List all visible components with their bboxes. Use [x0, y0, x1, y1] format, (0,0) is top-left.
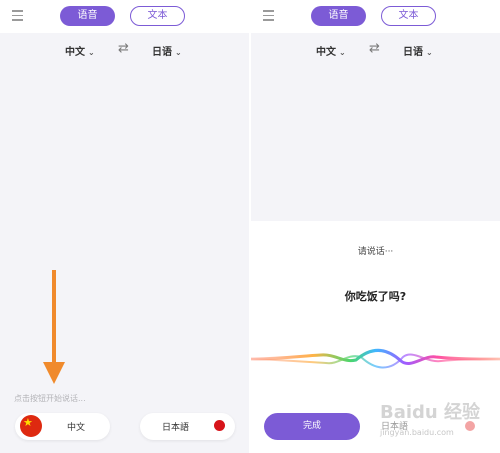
japan-dot-icon	[214, 420, 225, 431]
done-button[interactable]: 完成	[264, 413, 360, 440]
japanese-button-label: 日本語	[162, 423, 190, 433]
target-language-select[interactable]: 日语 ⌄	[152, 43, 182, 58]
chinese-button-label: 中文	[67, 423, 86, 433]
target-language-select[interactable]: 日语 ⌄	[403, 43, 433, 58]
menu-icon[interactable]	[12, 10, 23, 22]
arrow-down-icon-head	[43, 362, 65, 384]
language-selector: 中文 ⌄ ⇄ 日语 ⌄	[251, 41, 500, 59]
menu-icon[interactable]	[263, 10, 274, 22]
chevron-down-icon: ⌄	[88, 48, 95, 57]
tab-voice[interactable]: 语音	[311, 6, 366, 26]
watermark: Baidu 经验	[380, 402, 481, 423]
right-screen: 语音 文本 中文 ⌄ ⇄ 日语 ⌄ 请说话··· 你吃饭了吗? 完成 日本語	[251, 0, 500, 453]
tab-text[interactable]: 文本	[381, 6, 436, 26]
listening-prompt: 请说话···	[357, 247, 394, 257]
chevron-down-icon: ⌄	[175, 48, 182, 57]
swap-icon[interactable]: ⇄	[369, 41, 380, 56]
source-language-label: 中文	[65, 47, 85, 58]
language-selector: 中文 ⌄ ⇄ 日语 ⌄	[0, 41, 249, 59]
top-bar: 语音 文本	[251, 0, 500, 33]
top-bar: 语音 文本	[0, 0, 249, 33]
hint-text: 点击按钮开始说话...	[14, 394, 86, 403]
watermark-url: jingyan.baidu.com	[380, 428, 454, 437]
source-language-label: 中文	[316, 47, 336, 58]
tab-text[interactable]: 文本	[130, 6, 185, 26]
target-language-label: 日语	[152, 47, 172, 58]
chinese-speak-button[interactable]: ★ 中文	[15, 413, 110, 440]
voice-wave-icon	[251, 348, 500, 369]
tab-voice[interactable]: 语音	[60, 6, 115, 26]
recognized-phrase: 你吃饭了吗?	[344, 290, 407, 303]
arrow-down-icon	[52, 270, 56, 365]
japanese-speak-button[interactable]: 日本語	[140, 413, 235, 440]
chevron-down-icon: ⌄	[426, 48, 433, 57]
source-language-select[interactable]: 中文 ⌄	[65, 43, 95, 58]
chevron-down-icon: ⌄	[339, 48, 346, 57]
source-language-select[interactable]: 中文 ⌄	[316, 43, 346, 58]
china-flag-icon: ★	[20, 415, 42, 437]
left-screen: 语音 文本 中文 ⌄ ⇄ 日语 ⌄ 点击按钮开始说话... ★ 中文 日本語	[0, 0, 249, 453]
target-language-label: 日语	[403, 47, 423, 58]
swap-icon[interactable]: ⇄	[118, 41, 129, 56]
